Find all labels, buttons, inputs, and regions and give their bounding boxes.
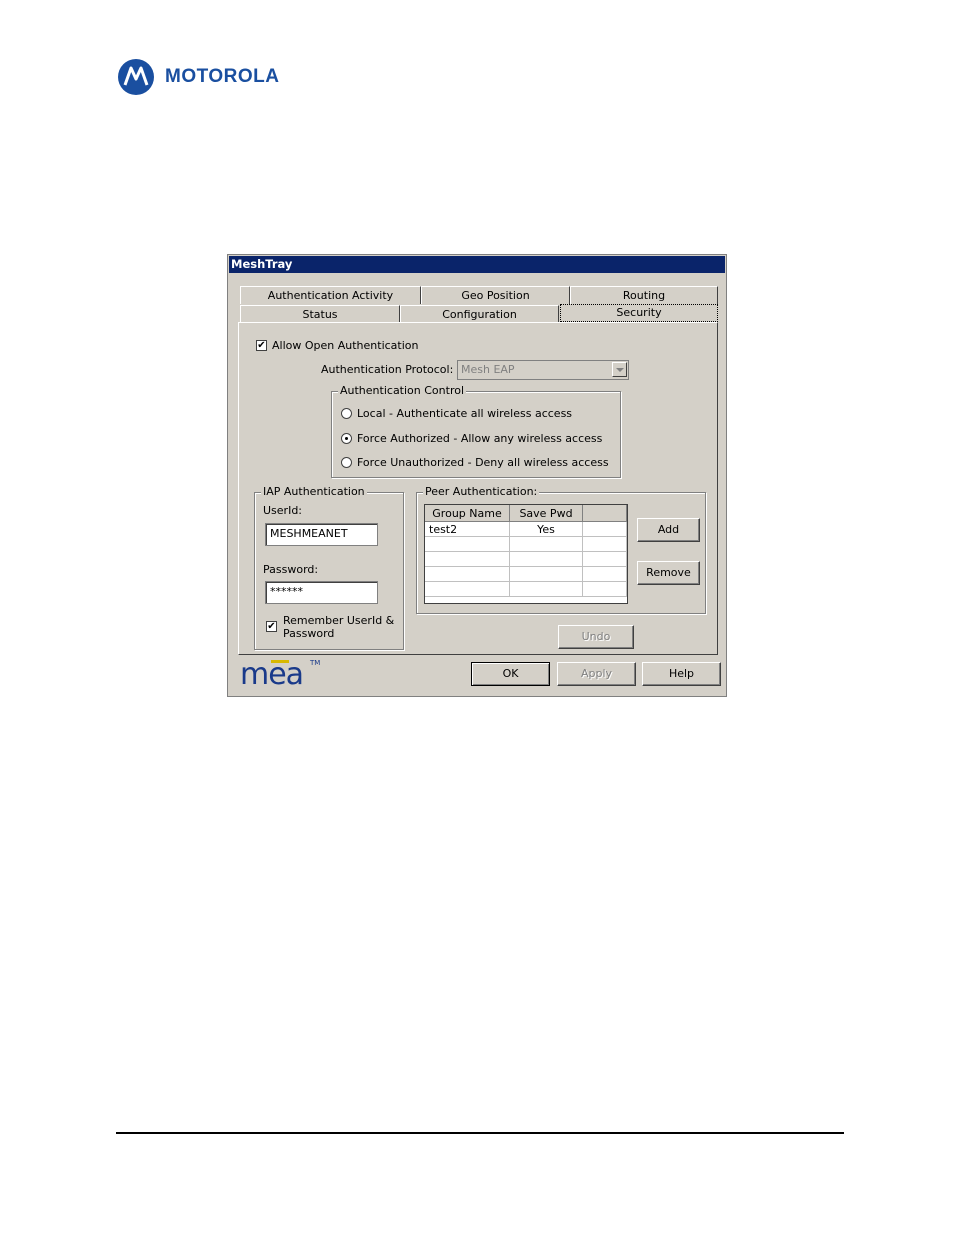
window-title: MeshTray <box>229 256 725 273</box>
brand-name: MOTOROLA <box>165 66 280 87</box>
column-group-name[interactable]: Group Name <box>425 505 510 522</box>
column-empty <box>582 505 627 522</box>
table-cell-savepwd: Yes <box>509 521 583 537</box>
table-cell-group: test2 <box>425 521 510 537</box>
allow-open-auth-checkbox[interactable]: ✔ <box>256 340 267 351</box>
motorola-logo-icon <box>118 59 154 95</box>
radio-force-unauthorized[interactable] <box>341 457 352 468</box>
auth-protocol-select[interactable]: Mesh EAP <box>457 360 629 380</box>
iap-auth-legend: IAP Authentication <box>261 485 367 498</box>
table-row-empty <box>425 551 627 567</box>
table-row-empty <box>425 581 627 597</box>
userid-label: UserId: <box>263 504 303 517</box>
footer-divider <box>116 1132 844 1134</box>
radio-local[interactable] <box>341 408 352 419</box>
chevron-down-icon[interactable] <box>612 362 627 377</box>
radio-force-authorized[interactable] <box>341 433 352 444</box>
tab-routing[interactable]: Routing <box>570 286 718 304</box>
apply-button[interactable]: Apply <box>557 662 636 686</box>
radio-force-unauthorized-label: Force Unauthorized - Deny all wireless a… <box>357 456 609 469</box>
radio-force-authorized-label: Force Authorized - Allow any wireless ac… <box>357 432 603 445</box>
radio-local-label: Local - Authenticate all wireless access <box>357 407 573 420</box>
help-button[interactable]: Help <box>642 662 721 686</box>
peer-table[interactable]: Group Name Save Pwd test2 Yes <box>424 504 628 604</box>
trademark-mark: TM <box>310 659 321 667</box>
allow-open-auth-label: Allow Open Authentication <box>272 339 419 352</box>
userid-field[interactable]: MESHMEANET <box>265 523 378 546</box>
password-field[interactable]: ****** <box>265 581 378 604</box>
peer-auth-legend: Peer Authentication: <box>423 485 540 498</box>
tab-configuration[interactable]: Configuration <box>400 305 559 323</box>
password-label: Password: <box>263 563 319 576</box>
add-button[interactable]: Add <box>637 518 700 542</box>
mea-logo-accent <box>271 660 289 663</box>
remove-button[interactable]: Remove <box>637 561 700 585</box>
tab-status[interactable]: Status <box>240 305 400 323</box>
table-row[interactable]: test2 Yes <box>425 521 627 537</box>
column-save-pwd[interactable]: Save Pwd <box>509 505 583 522</box>
ok-button[interactable]: OK <box>471 662 550 686</box>
tab-geo-position[interactable]: Geo Position <box>421 286 570 304</box>
table-cell-empty <box>582 521 627 537</box>
remember-label: Remember UserId & Password <box>283 614 395 640</box>
meshtray-dialog: MeshTray Authentication Activity Geo Pos… <box>227 254 727 697</box>
auth-control-legend: Authentication Control <box>338 384 467 397</box>
peer-table-header: Group Name Save Pwd <box>425 505 627 522</box>
remember-checkbox[interactable]: ✔ <box>266 621 277 632</box>
tab-security[interactable]: Security <box>560 304 718 322</box>
table-row-empty <box>425 566 627 582</box>
auth-protocol-label: Authentication Protocol: <box>321 363 454 376</box>
table-row-empty <box>425 536 627 552</box>
undo-button[interactable]: Undo <box>558 625 634 649</box>
tab-authentication-activity[interactable]: Authentication Activity <box>240 286 421 304</box>
